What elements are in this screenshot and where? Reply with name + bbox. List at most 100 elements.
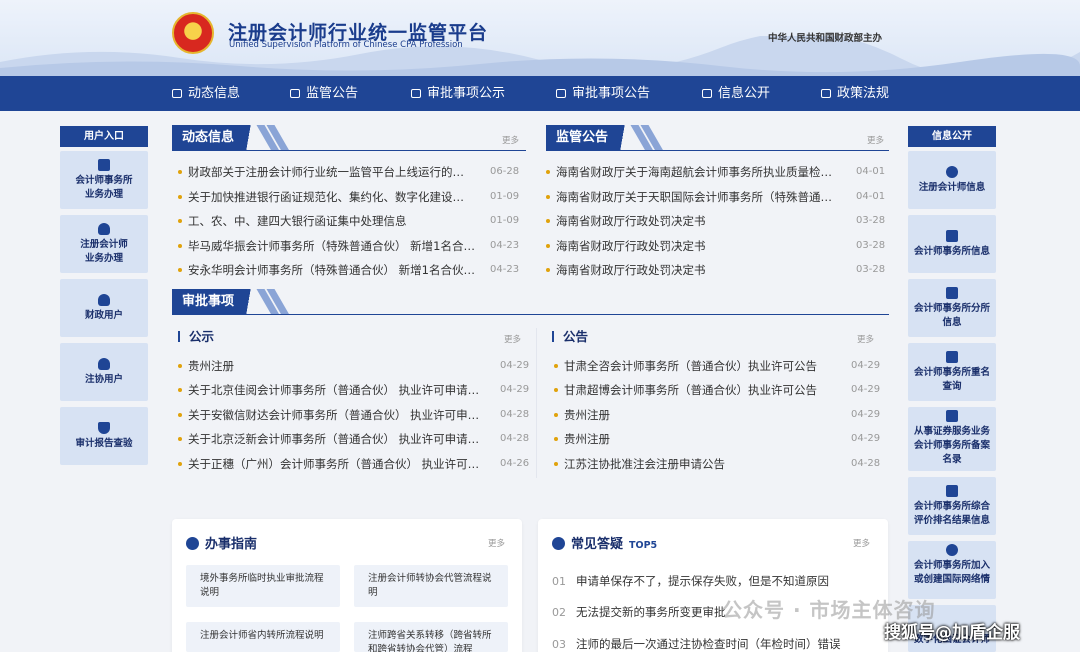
news-item-date: 04-28 [500, 433, 530, 445]
faq-more-link[interactable]: 更多 [853, 537, 870, 549]
sidebar-finance-user[interactable]: 财政用户 [60, 279, 148, 337]
bullet-dot [554, 461, 558, 466]
site-header: 注册会计师行业统一监管平台 Unified Supervision Platfo… [0, 0, 1080, 76]
info-disclosure-title: 信息公开 [908, 126, 996, 147]
sidebar-branch-info[interactable]: 会计师事务所分所 信息 [908, 279, 996, 337]
sidebar-international-network[interactable]: 会计师事务所加入 或创建国际网络情 [908, 541, 996, 599]
national-emblem-logo[interactable] [172, 12, 214, 54]
news-item[interactable]: 贵州注册 [178, 354, 234, 378]
news-item[interactable]: 贵州注册 [554, 427, 610, 451]
bank-icon [290, 89, 300, 98]
monitor-icon [411, 89, 421, 98]
header-mountain-decoration [0, 36, 1080, 76]
news-item-title: 关于正穗（广州）会计师事务所（普通合伙） 执业许可… [188, 456, 480, 471]
news-item-title: 海南省财政厅行政处罚决定书 [556, 238, 706, 253]
news-item-title: 关于北京佳阅会计师事务所（普通合伙） 执业许可申请… [188, 383, 480, 398]
news-item[interactable]: 毕马威华振会计师事务所（特殊普通合伙） 新增1名合… [178, 234, 475, 258]
news-item[interactable]: 甘肃超博会计师事务所（普通合伙）执业许可公告 [554, 378, 817, 402]
news-item-title: 甘肃全咨会计师事务所（普通合伙）执业许可公告 [564, 359, 817, 373]
sidebar-ranking-results[interactable]: 会计师事务所综合 评价排名结果信息 [908, 477, 996, 535]
news-item-title: 贵州注册 [564, 407, 610, 422]
image-icon [946, 351, 958, 363]
news-item[interactable]: 海南省财政厅行政处罚决定书 [546, 234, 706, 258]
building-icon [821, 89, 831, 98]
guide-item[interactable]: 境外事务所临时执业审批流程说明 [186, 565, 340, 607]
dynamic-more-link[interactable]: 更多 [502, 134, 519, 146]
news-item[interactable]: 关于北京泛新会计师事务所（普通合伙） 执业许可申请… [178, 427, 479, 451]
sidebar-cpa-business[interactable]: 注册会计师 业务办理 [60, 215, 148, 273]
nav-policy-law[interactable]: 政策法规 [821, 76, 889, 111]
nav-approval-notice[interactable]: 审批事项公告 [556, 76, 650, 111]
guide-item[interactable]: 注册会计师转协会代管流程说明 [354, 565, 508, 607]
news-item[interactable]: 海南省财政厅关于海南超航会计师事务所执业质量检… [546, 160, 832, 184]
megaphone-icon [556, 89, 566, 98]
news-item-title: 关于加快推进银行函证规范化、集约化、数字化建设… [188, 189, 464, 204]
sidebar-duplicate-name-query[interactable]: 会计师事务所重名 查询 [908, 343, 996, 401]
user-icon [98, 294, 110, 306]
bullet-dot [178, 412, 182, 417]
users-icon [98, 223, 110, 235]
faq-item[interactable]: 01 申请单保存不了，提示保存失败，但是不知道原因 [552, 571, 829, 591]
bullet-dot [546, 194, 550, 199]
guide-item[interactable]: 注册会计师省内转所流程说明 [186, 622, 340, 652]
site-title-english: Unified Supervision Platform of Chinese … [229, 40, 463, 50]
bullet-dot [178, 194, 182, 199]
news-item-title: 安永华明会计师事务所（特殊普通合伙） 新增1名合伙… [188, 263, 475, 277]
news-item-date: 04-23 [490, 239, 520, 251]
bullet-dot [546, 268, 550, 272]
bullet-dot [554, 364, 558, 368]
faq-item[interactable]: 02 无法提交新的事务所变更审批 [552, 602, 726, 622]
news-icon [172, 89, 182, 98]
news-item[interactable]: 海南省财政厅行政处罚决定书 [546, 209, 706, 233]
news-item-date: 06-28 [490, 166, 520, 177]
nav-supervision-notice[interactable]: 监管公告 [290, 76, 358, 111]
supervision-title: 监管公告 [546, 125, 635, 151]
guide-title: 办事指南 [186, 533, 257, 552]
news-item[interactable]: 江苏注协批准注会注册申请公告 [554, 452, 725, 476]
news-item[interactable]: 财政部关于注册会计师行业统一监管平台上线运行的… [178, 160, 464, 184]
sidebar-audit-report-check[interactable]: 审计报告查验 [60, 407, 148, 465]
announcement-subheader: 公告 [552, 328, 588, 346]
user-entry-title: 用户入口 [60, 126, 148, 147]
header-rule [172, 314, 889, 315]
news-item[interactable]: 安永华明会计师事务所（特殊普通合伙） 新增1名合伙… [178, 258, 475, 282]
guide-more-link[interactable]: 更多 [488, 537, 505, 549]
sidebar-firm-business[interactable]: 会计师事务所 业务办理 [60, 151, 148, 209]
news-item-date: 01-09 [490, 215, 520, 226]
announcement-more-link[interactable]: 更多 [857, 333, 874, 345]
faq-item[interactable]: 03 注师的最后一次通过注协检查时间（年检时间）错误 [552, 634, 841, 652]
search-icon [946, 166, 958, 178]
guide-item[interactable]: 注师跨省关系转移（跨省转所和跨省转协会代管）流程 [354, 622, 508, 652]
news-item[interactable]: 甘肃全咨会计师事务所（普通合伙）执业许可公告 [554, 354, 817, 378]
approval-header: 审批事项 [172, 289, 889, 315]
firm-icon [946, 230, 958, 242]
dynamic-info-title: 动态信息 [172, 125, 261, 151]
news-item[interactable]: 关于正穗（广州）会计师事务所（普通合伙） 执业许可… [178, 452, 479, 476]
news-item[interactable]: 海南省财政厅行政处罚决定书 [546, 258, 706, 282]
nav-info-disclosure[interactable]: 信息公开 [702, 76, 770, 111]
news-item[interactable]: 关于安徽信财达会计师事务所（普通合伙） 执业许可申… [178, 403, 479, 427]
nav-approval-publicity[interactable]: 审批事项公示 [411, 76, 505, 111]
news-item-date: 04-29 [851, 408, 881, 420]
sidebar-association-user[interactable]: 注协用户 [60, 343, 148, 401]
publicity-more-link[interactable]: 更多 [504, 333, 521, 345]
news-item[interactable]: 海南省财政厅关于天职国际会计师事务所（特殊普通… [546, 185, 832, 209]
nav-dynamic-info[interactable]: 动态信息 [172, 76, 240, 111]
supervision-more-link[interactable]: 更多 [867, 134, 884, 146]
group-icon [98, 358, 110, 370]
news-item[interactable]: 贵州注册 [554, 403, 610, 427]
news-item[interactable]: 关于北京佳阅会计师事务所（普通合伙） 执业许可申请… [178, 378, 479, 402]
bullet-dot [178, 268, 182, 272]
news-item-date: 03-28 [856, 264, 886, 275]
news-item-title: 海南省财政厅行政处罚决定书 [556, 263, 706, 277]
sidebar-cpa-info[interactable]: 注册会计师信息 [908, 151, 996, 209]
sidebar-securities-filing[interactable]: 从事证券服务业务 会计师事务所备案 名录 [908, 407, 996, 471]
news-item[interactable]: 工、农、中、建四大银行函证集中处理信息 [178, 209, 407, 233]
faq-title: 常见答疑 TOP5 [552, 533, 657, 552]
globe-icon [946, 544, 958, 556]
subheader-bar [552, 331, 554, 342]
sidebar-firm-info[interactable]: 会计师事务所信息 [908, 215, 996, 273]
news-item[interactable]: 关于加快推进银行函证规范化、集约化、数字化建设… [178, 185, 464, 209]
news-item-title: 毕马威华振会计师事务所（特殊普通合伙） 新增1名合… [188, 238, 475, 253]
news-item-date: 04-28 [851, 457, 881, 469]
